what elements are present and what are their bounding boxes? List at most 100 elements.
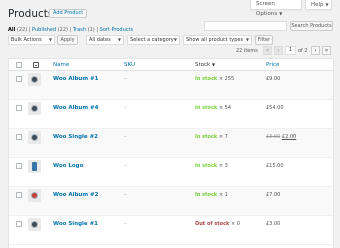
filter-published-count: (22) <box>57 27 68 33</box>
search-input[interactable] <box>204 21 287 31</box>
current-page-input[interactable]: 1 <box>285 46 296 55</box>
total-pages: of 2 <box>298 48 308 54</box>
stock-status: Out of stock <box>195 221 230 227</box>
chevron-down-icon: ▼ <box>48 37 52 42</box>
product-thumbnail[interactable] <box>28 189 41 202</box>
prev-page-button: ‹ <box>274 46 283 55</box>
filter-all-count: (22) <box>16 27 28 33</box>
album-icon <box>31 76 38 83</box>
product-thumbnail[interactable] <box>28 102 41 115</box>
next-page-button[interactable]: › <box>311 46 320 55</box>
separator: | <box>96 27 99 33</box>
help-label: Help <box>311 2 324 8</box>
sku-cell: – <box>124 221 127 227</box>
chevron-down-icon: ▼ <box>173 37 177 42</box>
price-cell: £15.00 <box>266 163 284 169</box>
separator: | <box>28 27 31 33</box>
first-page-button: « <box>263 46 272 55</box>
logo-icon <box>32 162 37 171</box>
last-page-button[interactable]: » <box>322 46 331 55</box>
product-thumbnail[interactable] <box>28 160 41 173</box>
price-cell: £54.00 <box>266 105 284 111</box>
table-row: Woo Album #2 – In stock × 1 £7.00 <box>9 187 333 216</box>
stock-cell: In stock × 7 <box>195 134 228 140</box>
separator: | <box>69 27 72 33</box>
screen-options-tab[interactable]: Screen Options ▼ <box>250 0 302 17</box>
product-name-link[interactable]: Woo Logo <box>53 163 83 169</box>
row-checkbox[interactable] <box>16 105 22 111</box>
chevron-down-icon: ▼ <box>245 37 249 42</box>
stock-status: In stock <box>195 76 218 82</box>
filter-trash-link[interactable]: Trash <box>73 27 86 33</box>
stock-cell: In stock × 54 <box>195 105 231 111</box>
product-type-select[interactable]: Show all product types ▼ <box>183 35 252 45</box>
add-product-button[interactable]: Add Product <box>49 9 88 18</box>
help-tab[interactable]: Help ▼ <box>305 0 332 10</box>
category-select[interactable]: Select a category ▼ <box>127 35 180 45</box>
column-sku[interactable]: SKU <box>124 62 135 68</box>
stock-cell: Out of stock × 0 <box>195 221 240 227</box>
table-row: Woo Album #1 – In stock × 255 £9.00 <box>9 71 333 100</box>
filter-button[interactable]: Filter <box>255 35 273 45</box>
product-name-link[interactable]: Woo Single #2 <box>53 134 98 140</box>
price-cell: £7.00 <box>266 192 281 198</box>
dates-value: All dates <box>89 37 111 43</box>
chevron-down-icon: ▼ <box>117 37 121 42</box>
column-stock[interactable]: Stock ▼ <box>195 62 215 68</box>
search-products-button[interactable]: Search Products <box>290 21 333 31</box>
product-thumbnail[interactable] <box>28 218 41 231</box>
dates-select[interactable]: All dates ▼ <box>86 35 124 45</box>
row-checkbox[interactable] <box>16 163 22 169</box>
product-name-link[interactable]: Woo Album #2 <box>53 192 98 198</box>
product-type-value: Show all product types <box>186 37 244 43</box>
filter-published-link[interactable]: Published <box>32 27 56 33</box>
row-checkbox[interactable] <box>16 221 22 227</box>
stock-cell: In stock × 3 <box>195 163 228 169</box>
table-row: Woo Logo – In stock × 3 £15.00 <box>9 158 333 187</box>
stock-cell: In stock × 255 <box>195 76 234 82</box>
column-stock-label: Stock <box>195 62 211 68</box>
sort-desc-icon: ▼ <box>211 62 216 67</box>
stock-qty: × 255 <box>218 76 235 82</box>
row-checkbox[interactable] <box>16 76 22 82</box>
sku-cell: – <box>124 163 127 169</box>
column-name[interactable]: Name <box>53 62 69 68</box>
regular-price: £3.00 <box>266 134 281 140</box>
product-name-link[interactable]: Woo Album #4 <box>53 105 98 111</box>
filter-all-link[interactable]: All <box>8 27 15 33</box>
bulk-actions-select[interactable]: Bulk Actions ▼ <box>8 35 55 45</box>
status-filter-links: All (22) | Published (22) | Trash (1) | … <box>8 27 133 33</box>
sku-cell: – <box>124 134 127 140</box>
select-all-checkbox[interactable] <box>16 62 22 68</box>
stock-cell: In stock × 1 <box>195 192 228 198</box>
stock-qty: × 3 <box>218 163 228 169</box>
filter-trash-count: (1) <box>87 27 95 33</box>
product-name-link[interactable]: Woo Single #1 <box>53 221 98 227</box>
row-checkbox[interactable] <box>16 134 22 140</box>
items-count: 22 items <box>236 48 258 54</box>
stock-qty: × 1 <box>218 192 228 198</box>
row-checkbox[interactable] <box>16 192 22 198</box>
caret-down-icon: ▼ <box>279 11 283 16</box>
price-cell: £3.00 £2.00 <box>266 134 296 140</box>
apply-button[interactable]: Apply <box>57 35 78 45</box>
product-name-link[interactable]: Woo Album #1 <box>53 76 98 82</box>
price-cell: £9.00 <box>266 76 281 82</box>
product-thumbnail[interactable] <box>28 73 41 86</box>
table-row: Woo Single #2 – In stock × 7 £3.00 £2.00 <box>9 129 333 158</box>
column-price[interactable]: Price <box>266 62 279 68</box>
caret-down-icon: ▼ <box>325 2 329 7</box>
sale-price: £2.00 <box>281 134 297 140</box>
album-icon <box>31 221 38 228</box>
page-title: Products <box>8 8 54 20</box>
sort-products-link[interactable]: Sort Products <box>100 27 133 33</box>
sku-cell: – <box>124 105 127 111</box>
stock-qty: × 54 <box>218 105 232 111</box>
sku-cell: – <box>124 192 127 198</box>
sku-cell: – <box>124 76 127 82</box>
image-icon <box>33 62 39 68</box>
table-row: Woo Album #4 – In stock × 54 £54.00 <box>9 100 333 129</box>
products-table: Name SKU Stock ▼ Price Woo Album #1 – In… <box>8 58 334 248</box>
stock-status: In stock <box>195 192 218 198</box>
product-thumbnail[interactable] <box>28 131 41 144</box>
